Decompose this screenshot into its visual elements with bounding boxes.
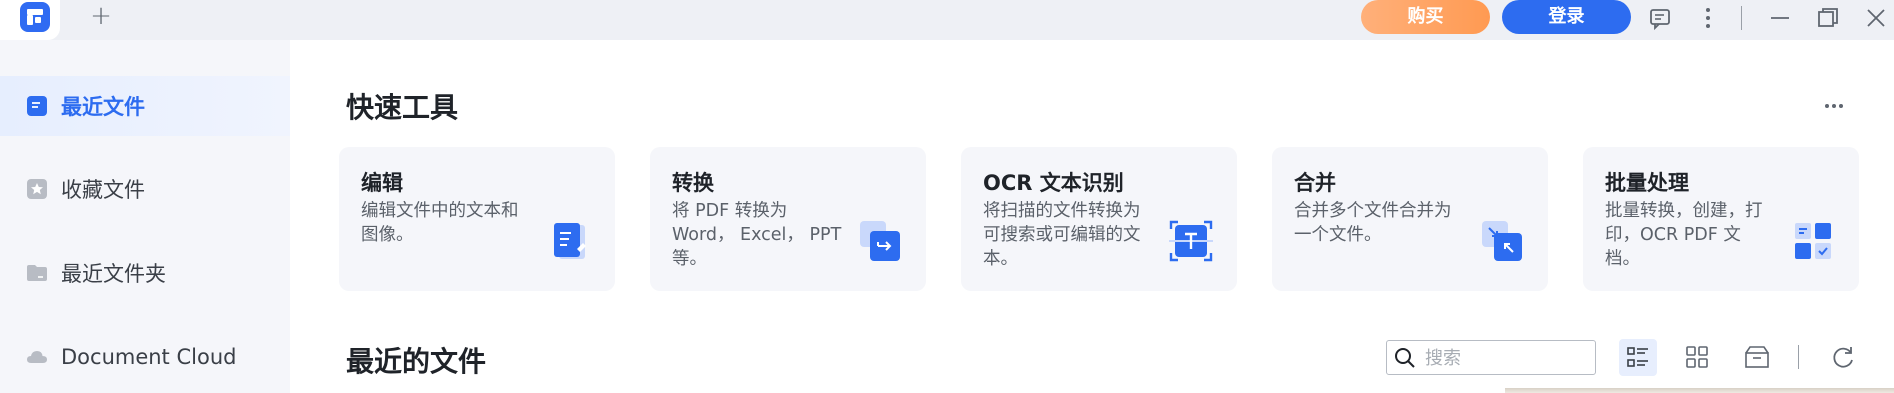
quick-tools-title: 快速工具 xyxy=(346,91,459,124)
tool-card-desc: 将 PDF 转换为 Word， Excel， PPT等。 xyxy=(672,201,842,269)
archive-button[interactable] xyxy=(1738,339,1776,376)
list-edge-shadow xyxy=(1505,388,1894,393)
tool-card-convert[interactable]: 转换 将 PDF 转换为 Word， Excel， PPT等。 xyxy=(650,147,926,291)
app-logo-icon xyxy=(20,2,50,32)
sidebar-item-label: 最近文件夹 xyxy=(61,262,166,286)
titlebar-divider xyxy=(1741,6,1742,30)
sidebar-item-document-cloud[interactable]: Document Cloud xyxy=(0,327,290,387)
tool-card-desc: 将扫描的文件转换为可搜索或可编辑的文本。 xyxy=(983,201,1141,269)
more-horizontal-icon[interactable] xyxy=(1820,92,1848,120)
title-bar: + 购买 登录 xyxy=(0,0,1894,40)
list-view-icon xyxy=(1627,347,1648,367)
tool-card-title: 编辑 xyxy=(361,171,403,195)
batch-icon xyxy=(1791,219,1835,263)
search-field[interactable] xyxy=(1386,340,1596,375)
tool-card-edit[interactable]: 编辑 编辑文件中的文本和图像。 xyxy=(339,147,615,291)
sidebar: 最近文件 收藏文件 最近文件夹 Document Cloud xyxy=(0,40,290,393)
tool-card-desc: 批量转换，创建，打印，OCR PDF 文档。 xyxy=(1605,201,1763,269)
feedback-icon[interactable] xyxy=(1644,2,1676,34)
star-folder-icon xyxy=(26,178,48,200)
tool-card-title: 转换 xyxy=(672,171,714,195)
sidebar-item-recent-folders[interactable]: 最近文件夹 xyxy=(0,243,290,303)
new-tab-button[interactable]: + xyxy=(86,2,116,32)
folder-icon xyxy=(26,262,48,284)
refresh-button[interactable] xyxy=(1824,339,1862,376)
tool-card-title: 批量处理 xyxy=(1605,171,1689,195)
sidebar-item-label: Document Cloud xyxy=(61,345,237,369)
ocr-icon xyxy=(1169,219,1213,263)
app-home-tab[interactable] xyxy=(0,0,60,40)
search-icon xyxy=(1394,347,1416,369)
refresh-icon xyxy=(1833,347,1853,368)
tool-card-title: OCR 文本识别 xyxy=(983,171,1124,195)
grid-view-button[interactable] xyxy=(1678,339,1716,376)
tool-card-merge[interactable]: 合并 合并多个文件合并为一个文件。 xyxy=(1272,147,1548,291)
tool-card-batch[interactable]: 批量处理 批量转换，创建，打印，OCR PDF 文档。 xyxy=(1583,147,1859,291)
toolbar-divider xyxy=(1798,345,1799,369)
archive-icon xyxy=(1745,346,1769,368)
list-view-button[interactable] xyxy=(1619,339,1657,376)
convert-icon xyxy=(858,219,902,263)
tool-card-ocr[interactable]: OCR 文本识别 将扫描的文件转换为可搜索或可编辑的文本。 xyxy=(961,147,1237,291)
minimize-icon[interactable] xyxy=(1764,2,1796,34)
sidebar-item-favorites[interactable]: 收藏文件 xyxy=(0,159,290,219)
cloud-icon xyxy=(26,346,48,368)
tool-card-desc: 编辑文件中的文本和图像。 xyxy=(361,201,519,245)
sidebar-item-label: 最近文件 xyxy=(61,95,145,119)
restore-icon[interactable] xyxy=(1812,2,1844,34)
login-button[interactable]: 登录 xyxy=(1502,0,1631,34)
tool-card-desc: 合并多个文件合并为一个文件。 xyxy=(1294,201,1452,245)
tool-card-title: 合并 xyxy=(1294,171,1336,195)
close-icon[interactable] xyxy=(1860,2,1892,34)
recent-file-icon xyxy=(26,95,48,117)
more-vertical-icon[interactable] xyxy=(1692,2,1724,34)
grid-view-icon xyxy=(1686,346,1708,368)
recent-files-title: 最近的文件 xyxy=(346,345,487,378)
edit-doc-icon xyxy=(547,219,591,263)
buy-button[interactable]: 购买 xyxy=(1361,0,1490,34)
search-input[interactable] xyxy=(1425,345,1585,371)
sidebar-item-label: 收藏文件 xyxy=(61,178,145,202)
sidebar-item-recent-files[interactable]: 最近文件 xyxy=(0,76,290,136)
merge-icon xyxy=(1480,219,1524,263)
